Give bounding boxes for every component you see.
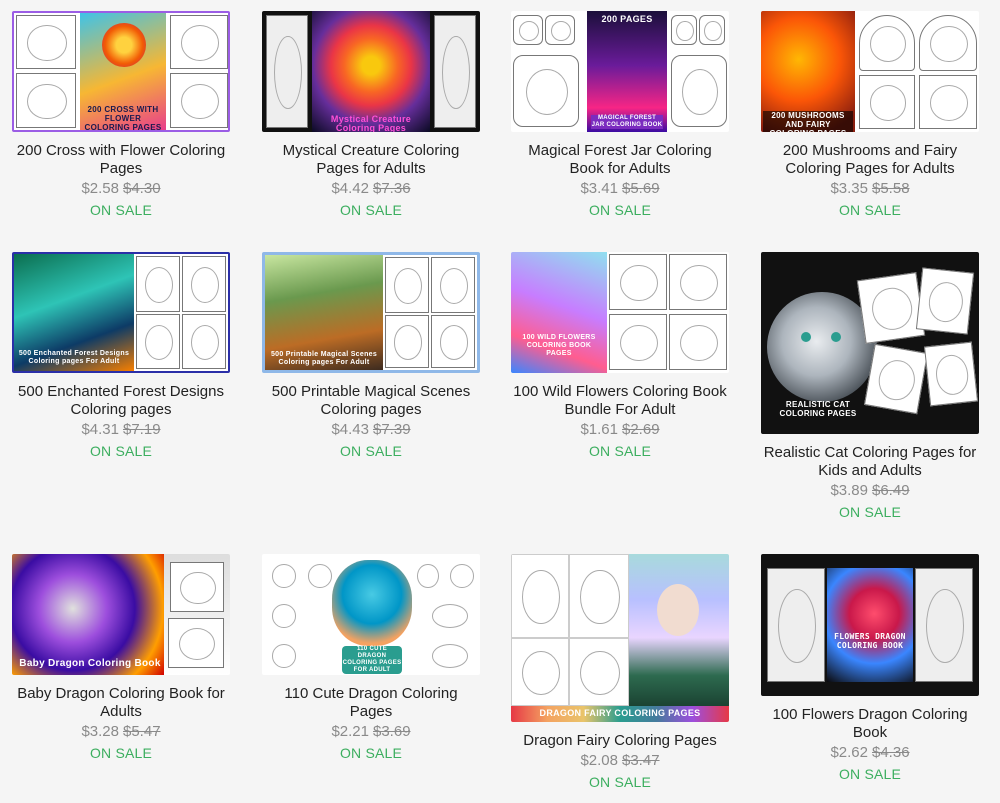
sale-price: $4.31 [81,421,119,438]
product-card[interactable]: 110 CUTE DRAGON COLORING PAGES FOR ADULT… [262,554,480,763]
product-thumbnail[interactable]: DRAGON FAIRY COLORING PAGES [511,554,729,722]
product-title[interactable]: Magical Forest Jar Coloring Book for Adu… [511,142,729,178]
sale-price: $3.41 [580,180,618,197]
on-sale-badge: ON SALE [838,202,902,218]
product-thumbnail[interactable]: 200 PAGES MAGICAL FOREST JAR COLORING BO… [511,11,729,132]
product-card[interactable]: 100 WILD FLOWERS COLORING BOOK PAGES 100… [511,252,729,461]
product-thumbnail[interactable]: 110 CUTE DRAGON COLORING PAGES FOR ADULT [262,554,480,675]
product-card[interactable]: 500 Enchanted Forest Designs Coloring pa… [12,252,230,461]
original-price: $4.30 [123,180,161,197]
product-card[interactable]: 200 PAGES MAGICAL FOREST JAR COLORING BO… [511,11,729,220]
product-card[interactable]: REALISTIC CAT COLORING PAGES Realistic C… [761,252,979,522]
product-thumbnail[interactable]: 100 WILD FLOWERS COLORING BOOK PAGES [511,252,729,373]
product-title[interactable]: 200 Cross with Flower Coloring Pages [12,142,230,178]
cover-text: 200 PAGES [601,14,653,24]
product-card[interactable]: 500 Printable Magical Scenes Coloring pa… [262,252,480,461]
product-thumbnail[interactable]: Baby Dragon Coloring Book [12,554,230,675]
original-price: $7.36 [373,180,411,197]
on-sale-badge: ON SALE [89,443,153,459]
cover-text: 200 MUSHROOMS AND FAIRY COLORING PAGES [763,111,853,132]
on-sale-badge: ON SALE [339,443,403,459]
product-thumbnail[interactable]: FLOWERS DRAGON COLORING BOOK [761,554,979,696]
original-price: $5.47 [123,723,161,740]
sale-price: $1.61 [580,421,618,438]
original-price: $7.39 [373,421,411,438]
product-title[interactable]: 100 Wild Flowers Coloring Book Bundle Fo… [511,383,729,419]
on-sale-badge: ON SALE [588,443,652,459]
cover-text: FLOWERS DRAGON COLORING BOOK [834,632,906,650]
cover-text: 200 CROSS WITH FLOWER COLORING PAGES FOR… [84,105,162,132]
on-sale-badge: ON SALE [89,202,153,218]
sale-price: $2.21 [331,723,369,740]
product-thumbnail[interactable]: 500 Enchanted Forest Designs Coloring pa… [12,252,230,373]
sale-price: $3.28 [81,723,119,740]
original-price: $2.69 [622,421,660,438]
on-sale-badge: ON SALE [588,774,652,790]
cover-text: 100 WILD FLOWERS COLORING BOOK PAGES [522,334,596,357]
cover-text: 110 CUTE DRAGON COLORING PAGES FOR ADULT [342,646,402,674]
product-title[interactable]: 200 Mushrooms and Fairy Coloring Pages f… [761,142,979,178]
product-thumbnail[interactable]: REALISTIC CAT COLORING PAGES [761,252,979,434]
product-thumbnail[interactable]: Mystical Creature Coloring Pages [262,11,480,132]
product-card[interactable]: 200 CROSS WITH FLOWER COLORING PAGES FOR… [12,11,230,220]
product-title[interactable]: 500 Printable Magical Scenes Coloring pa… [262,383,480,419]
product-card[interactable]: FLOWERS DRAGON COLORING BOOK 100 Flowers… [761,554,979,784]
cover-text: 500 Enchanted Forest Designs Coloring pa… [18,350,130,365]
cover-text: Baby Dragon Coloring Book [19,658,161,669]
original-price: $3.47 [622,752,660,769]
on-sale-badge: ON SALE [339,745,403,761]
product-title[interactable]: Realistic Cat Coloring Pages for Kids an… [761,444,979,480]
on-sale-badge: ON SALE [588,202,652,218]
product-card[interactable]: 200 MUSHROOMS AND FAIRY COLORING PAGES 2… [761,11,979,220]
product-title[interactable]: Baby Dragon Coloring Book for Adults [12,685,230,721]
original-price: $4.36 [872,744,910,761]
product-card[interactable]: Baby Dragon Coloring Book Baby Dragon Co… [12,554,230,763]
sale-price: $3.89 [830,482,868,499]
sale-price: $4.42 [331,180,369,197]
sale-price: $2.58 [81,180,119,197]
product-card[interactable]: Mystical Creature Coloring Pages Mystica… [262,11,480,220]
on-sale-badge: ON SALE [339,202,403,218]
cover-subtext: MAGICAL FOREST JAR COLORING BOOK [591,115,663,129]
original-price: $5.58 [872,180,910,197]
product-title[interactable]: Mystical Creature Coloring Pages for Adu… [262,142,480,178]
sale-price: $4.43 [331,421,369,438]
cover-text: REALISTIC CAT COLORING PAGES [779,400,857,418]
product-title[interactable]: Dragon Fairy Coloring Pages [511,732,729,750]
cover-text: DRAGON FAIRY COLORING PAGES [539,708,701,718]
product-card[interactable]: DRAGON FAIRY COLORING PAGES Dragon Fairy… [511,554,729,792]
original-price: $6.49 [872,482,910,499]
product-title[interactable]: 110 Cute Dragon Coloring Pages [262,685,480,721]
sale-price: $2.08 [580,752,618,769]
cover-text: 500 Printable Magical Scenes Coloring pa… [270,351,378,366]
cover-text: Mystical Creature Coloring Pages [330,114,412,133]
product-title[interactable]: 500 Enchanted Forest Designs Coloring pa… [12,383,230,419]
sale-price: $3.35 [830,180,868,197]
product-thumbnail[interactable]: 200 CROSS WITH FLOWER COLORING PAGES FOR… [12,11,230,132]
on-sale-badge: ON SALE [838,766,902,782]
original-price: $5.69 [622,180,660,197]
original-price: $7.19 [123,421,161,438]
product-thumbnail[interactable]: 500 Printable Magical Scenes Coloring pa… [262,252,480,373]
product-thumbnail[interactable]: 200 MUSHROOMS AND FAIRY COLORING PAGES [761,11,979,132]
on-sale-badge: ON SALE [838,504,902,520]
original-price: $3.69 [373,723,411,740]
on-sale-badge: ON SALE [89,745,153,761]
product-title[interactable]: 100 Flowers Dragon Coloring Book [761,706,979,742]
sale-price: $2.62 [830,744,868,761]
